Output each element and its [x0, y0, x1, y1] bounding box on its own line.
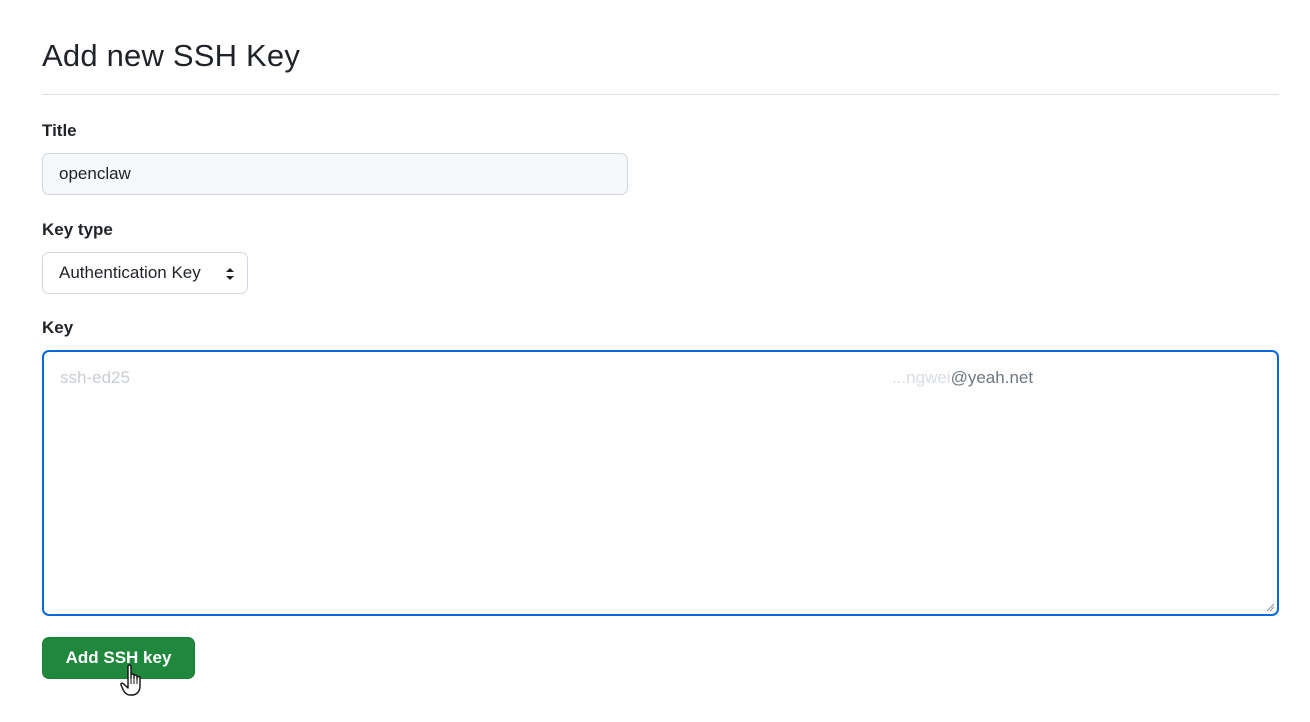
- title-label: Title: [42, 121, 77, 140]
- key-textarea[interactable]: ssh-ed25 ...ngwei@yeah.net: [42, 350, 1279, 616]
- chevron-updown-icon: [226, 268, 234, 280]
- title-input[interactable]: [42, 153, 628, 195]
- key-value-prefix: ssh-ed25: [60, 368, 130, 387]
- key-value-suffix: @yeah.net: [950, 368, 1034, 387]
- key-type-select[interactable]: Authentication Key: [42, 252, 248, 294]
- page-title: Add new SSH Key: [42, 38, 301, 73]
- key-value-suffix-group: ...ngwei@yeah.net: [892, 368, 1033, 388]
- resize-grip-icon[interactable]: [1265, 602, 1275, 612]
- key-label: Key: [42, 318, 74, 337]
- key-type-label: Key type: [42, 220, 113, 239]
- ssh-key-form-page: Add new SSH Key Title Key type Authentic…: [0, 0, 1310, 722]
- key-type-selected-value: Authentication Key: [59, 263, 201, 282]
- key-value-suffix-faded: ...ngwei: [892, 368, 951, 387]
- heading-divider: [42, 94, 1279, 95]
- add-ssh-key-button[interactable]: Add SSH key: [42, 637, 195, 679]
- hand-pointer-icon: [120, 664, 141, 696]
